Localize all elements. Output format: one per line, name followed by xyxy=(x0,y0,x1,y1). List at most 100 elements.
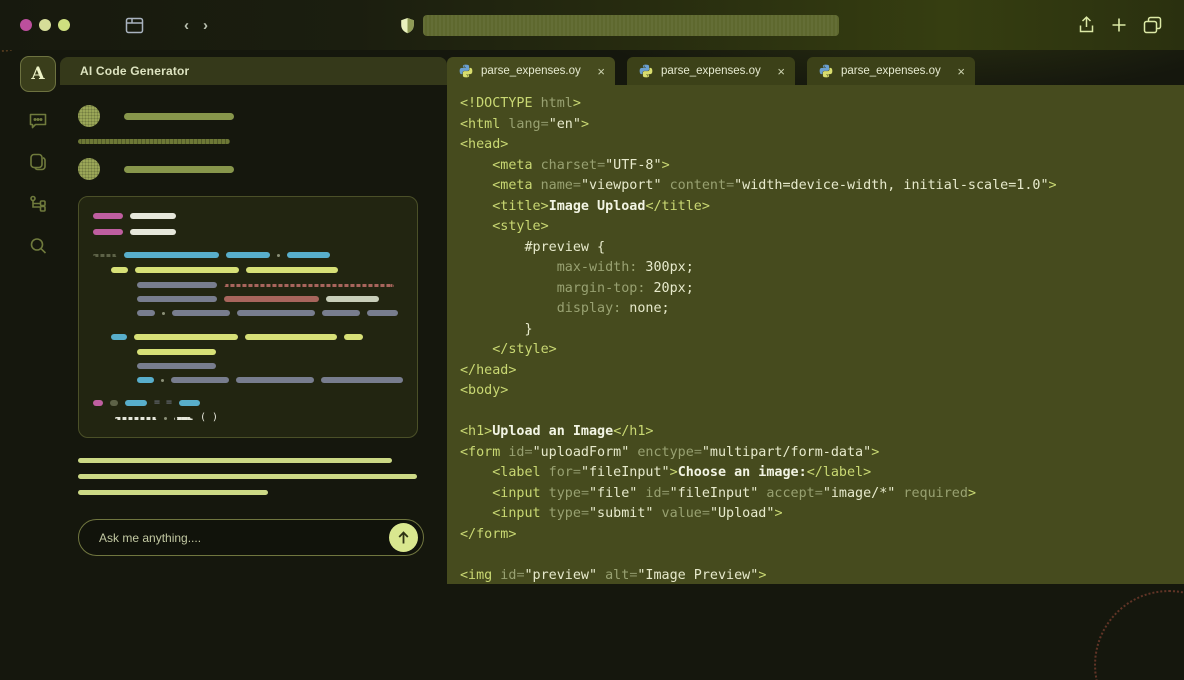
skeleton-code-row xyxy=(137,377,403,383)
code-line: <input type="file" id="fileInput" accept… xyxy=(460,484,1184,505)
close-icon[interactable]: × xyxy=(777,65,785,78)
window-controls xyxy=(20,19,70,31)
skeleton-bar xyxy=(111,267,128,273)
python-icon xyxy=(819,64,833,78)
back-icon[interactable]: ‹ xyxy=(184,18,189,33)
chat-message-skeleton xyxy=(78,105,447,127)
skeleton-text: = = xyxy=(154,400,172,406)
code-line: <head> xyxy=(460,135,1184,156)
skeleton-dot xyxy=(162,312,165,315)
window-close-button[interactable] xyxy=(20,19,32,31)
window-minimize-button[interactable] xyxy=(39,19,51,31)
skeleton-bar xyxy=(78,139,230,144)
close-icon[interactable]: × xyxy=(957,65,965,78)
skeleton-bar xyxy=(93,254,117,257)
code-line: <html lang="en"> xyxy=(460,115,1184,136)
skeleton-bar xyxy=(174,417,193,420)
skeleton-bar xyxy=(367,310,398,316)
skeleton-code-row xyxy=(93,229,403,235)
decorative-arc-bottom-right xyxy=(1094,590,1184,680)
skeleton-result-line xyxy=(78,458,392,463)
code-editor[interactable]: <!DOCTYPE html><html lang="en"><head> <m… xyxy=(447,85,1184,584)
code-line: margin-top: 20px; xyxy=(460,279,1184,300)
skeleton-bar xyxy=(111,334,127,340)
code-line: </style> xyxy=(460,340,1184,361)
send-button[interactable] xyxy=(389,523,418,552)
code-line: <label for="fileInput">Choose an image:<… xyxy=(460,463,1184,484)
skeleton-result-line xyxy=(78,474,417,479)
prompt-input[interactable] xyxy=(99,531,389,545)
skeleton-bar xyxy=(124,113,234,120)
close-icon[interactable]: × xyxy=(597,65,605,78)
code-line: <form id="uploadForm" enctype="multipart… xyxy=(460,443,1184,464)
new-tab-icon[interactable] xyxy=(1111,17,1127,33)
skeleton-bar xyxy=(135,267,239,273)
code-line: </head> xyxy=(460,361,1184,382)
skeleton-bar xyxy=(110,400,118,406)
app-sidebar: A xyxy=(0,50,60,680)
skeleton-text: ( ) xyxy=(200,415,218,421)
skeleton-code-row: ( ) xyxy=(115,415,403,421)
skeleton-bar xyxy=(137,296,217,302)
code-line xyxy=(460,402,1184,423)
code-line: <meta name="viewport" content="width=dev… xyxy=(460,176,1184,197)
share-icon[interactable] xyxy=(1078,16,1095,34)
conversation-area: = = ( ) xyxy=(60,85,447,556)
skeleton-code-row xyxy=(111,267,403,273)
skeleton-bar xyxy=(93,213,123,219)
shield-icon[interactable] xyxy=(400,17,415,34)
app-logo[interactable]: A xyxy=(20,56,56,92)
arrow-up-icon xyxy=(397,531,410,545)
code-line: <body> xyxy=(460,381,1184,402)
code-line: <style> xyxy=(460,217,1184,238)
browser-toolbar: ‹ › xyxy=(0,0,1184,50)
skeleton-dot xyxy=(161,379,164,382)
skeleton-dot xyxy=(164,417,167,420)
editor-tab-2[interactable]: parse_expenses.oy × xyxy=(627,57,795,85)
skeleton-result-line xyxy=(78,490,268,495)
skeleton-bar xyxy=(287,252,330,258)
sidebar-layout-icon[interactable] xyxy=(125,16,144,35)
address-bar[interactable] xyxy=(423,15,839,36)
code-line: } xyxy=(460,320,1184,341)
tab-label: parse_expenses.oy xyxy=(841,65,949,77)
code-line: <h1>Upload an Image</h1> xyxy=(460,422,1184,443)
assistant-panel-title: AI Code Generator xyxy=(80,64,189,78)
editor-tab-1[interactable]: parse_expenses.oy× xyxy=(447,57,615,85)
skeleton-code-row: = = xyxy=(93,400,403,406)
skeleton-code-row xyxy=(137,349,403,355)
code-line: </form> xyxy=(460,525,1184,546)
code-line: <img id="preview" alt="Image Preview"> xyxy=(460,566,1184,585)
skeleton-dot xyxy=(277,254,280,257)
tab-overview-icon[interactable] xyxy=(1143,16,1162,34)
tab-label: parse_expenses.oy xyxy=(661,65,769,77)
pages-icon[interactable] xyxy=(28,152,48,172)
window-zoom-button[interactable] xyxy=(58,19,70,31)
skeleton-bar xyxy=(171,377,229,383)
avatar xyxy=(78,105,100,127)
code-line: <!DOCTYPE html> xyxy=(460,94,1184,115)
flow-icon[interactable] xyxy=(28,194,48,214)
chat-icon[interactable] xyxy=(28,110,48,130)
code-line: #preview { xyxy=(460,238,1184,259)
prompt-input-container xyxy=(78,519,424,556)
skeleton-bar xyxy=(93,400,103,406)
python-icon xyxy=(639,64,653,78)
skeleton-bar xyxy=(226,252,270,258)
assistant-panel-header: AI Code Generator xyxy=(60,57,447,85)
skeleton-bar xyxy=(246,267,338,273)
skeleton-bar xyxy=(134,334,238,340)
skeleton-bar xyxy=(344,334,363,340)
editor-tab-3[interactable]: parse_expenses.oy × xyxy=(807,57,975,85)
skeleton-bar xyxy=(124,252,219,258)
skeleton-bar xyxy=(245,334,337,340)
logo-glyph: A xyxy=(31,64,44,84)
search-icon[interactable] xyxy=(28,236,48,256)
skeleton-code-row xyxy=(137,282,403,288)
skeleton-bar xyxy=(125,400,147,406)
skeleton-bar xyxy=(237,310,315,316)
forward-icon[interactable]: › xyxy=(203,18,208,33)
skeleton-code-row xyxy=(137,296,403,302)
code-line: <input type="submit" value="Upload"> xyxy=(460,504,1184,525)
assistant-panel: AI Code Generator = = ( ) xyxy=(60,57,447,557)
